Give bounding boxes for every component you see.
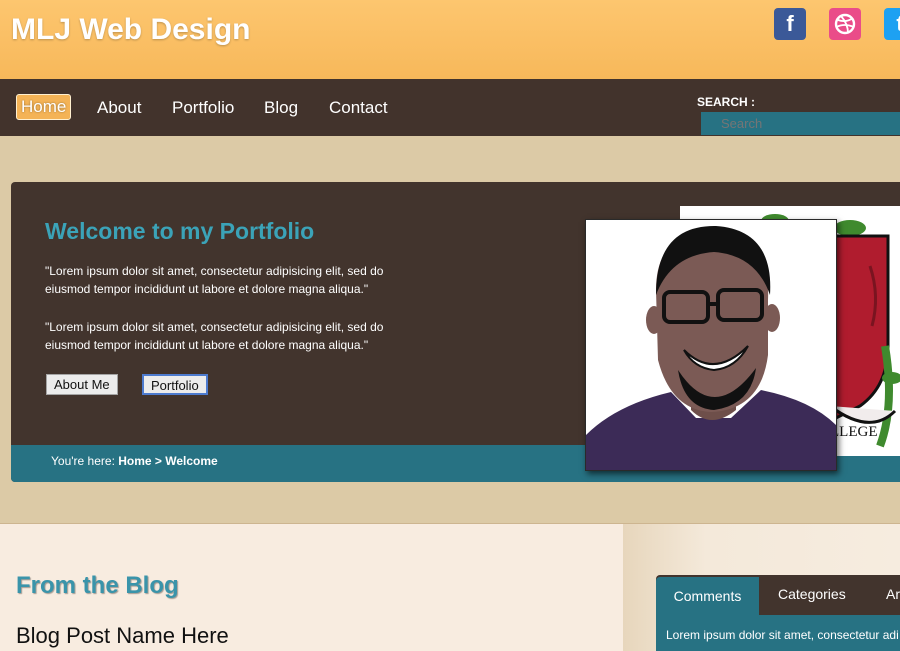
nav-item-home[interactable]: Home	[16, 94, 72, 120]
sidebar-tabs: Comments Categories Ar	[656, 575, 900, 615]
tab-archives[interactable]: Ar	[886, 575, 900, 615]
dribbble-icon[interactable]	[829, 8, 861, 40]
portrait-image	[585, 219, 837, 471]
nav-item-portfolio[interactable]: Portfolio	[168, 96, 238, 120]
twitter-icon[interactable]: t	[884, 8, 900, 40]
nav-item-contact[interactable]: Contact	[325, 96, 392, 120]
hero-paragraph-2: "Lorem ipsum dolor sit amet, consectetur…	[45, 320, 384, 352]
tab-comments[interactable]: Comments	[656, 577, 759, 615]
svg-text:LLEGE: LLEGE	[830, 424, 877, 440]
blog-heading: From the Blog	[16, 572, 179, 599]
breadcrumb-prefix: You're here:	[51, 454, 115, 468]
breadcrumb-text: You're here: Home > Welcome	[51, 454, 218, 468]
search-label: SEARCH :	[697, 95, 756, 109]
sidebar-widget: Comments Categories Ar Lorem ipsum dolor…	[623, 523, 900, 651]
hero-paragraph-1: "Lorem ipsum dolor sit amet, consectetur…	[45, 264, 384, 296]
blog-post-title[interactable]: Blog Post Name Here	[16, 623, 229, 649]
breadcrumb-path[interactable]: Home > Welcome	[118, 454, 217, 468]
tab-panel-text: Lorem ipsum dolor sit amet, consectetur …	[666, 628, 899, 642]
tab-panel: Lorem ipsum dolor sit amet, consectetur …	[656, 615, 900, 651]
dribbble-ball-glyph	[834, 13, 856, 35]
main-nav: Home About Portfolio Blog Contact SEARCH…	[0, 79, 900, 136]
portrait-illustration	[586, 220, 836, 470]
site-header: MLJ Web Design f t	[0, 0, 900, 79]
tab-categories[interactable]: Categories	[778, 575, 846, 615]
search-input[interactable]	[701, 112, 900, 135]
nav-item-blog[interactable]: Blog	[260, 96, 302, 120]
nav-item-about[interactable]: About	[93, 96, 145, 120]
hero-title: Welcome to my Portfolio	[45, 218, 315, 244]
blog-section: From the Blog Blog Post Name Here	[0, 523, 623, 651]
facebook-icon[interactable]: f	[774, 8, 806, 40]
site-title[interactable]: MLJ Web Design	[11, 13, 250, 47]
portfolio-button[interactable]: Portfolio	[142, 374, 208, 395]
about-me-button[interactable]: About Me	[46, 374, 118, 395]
